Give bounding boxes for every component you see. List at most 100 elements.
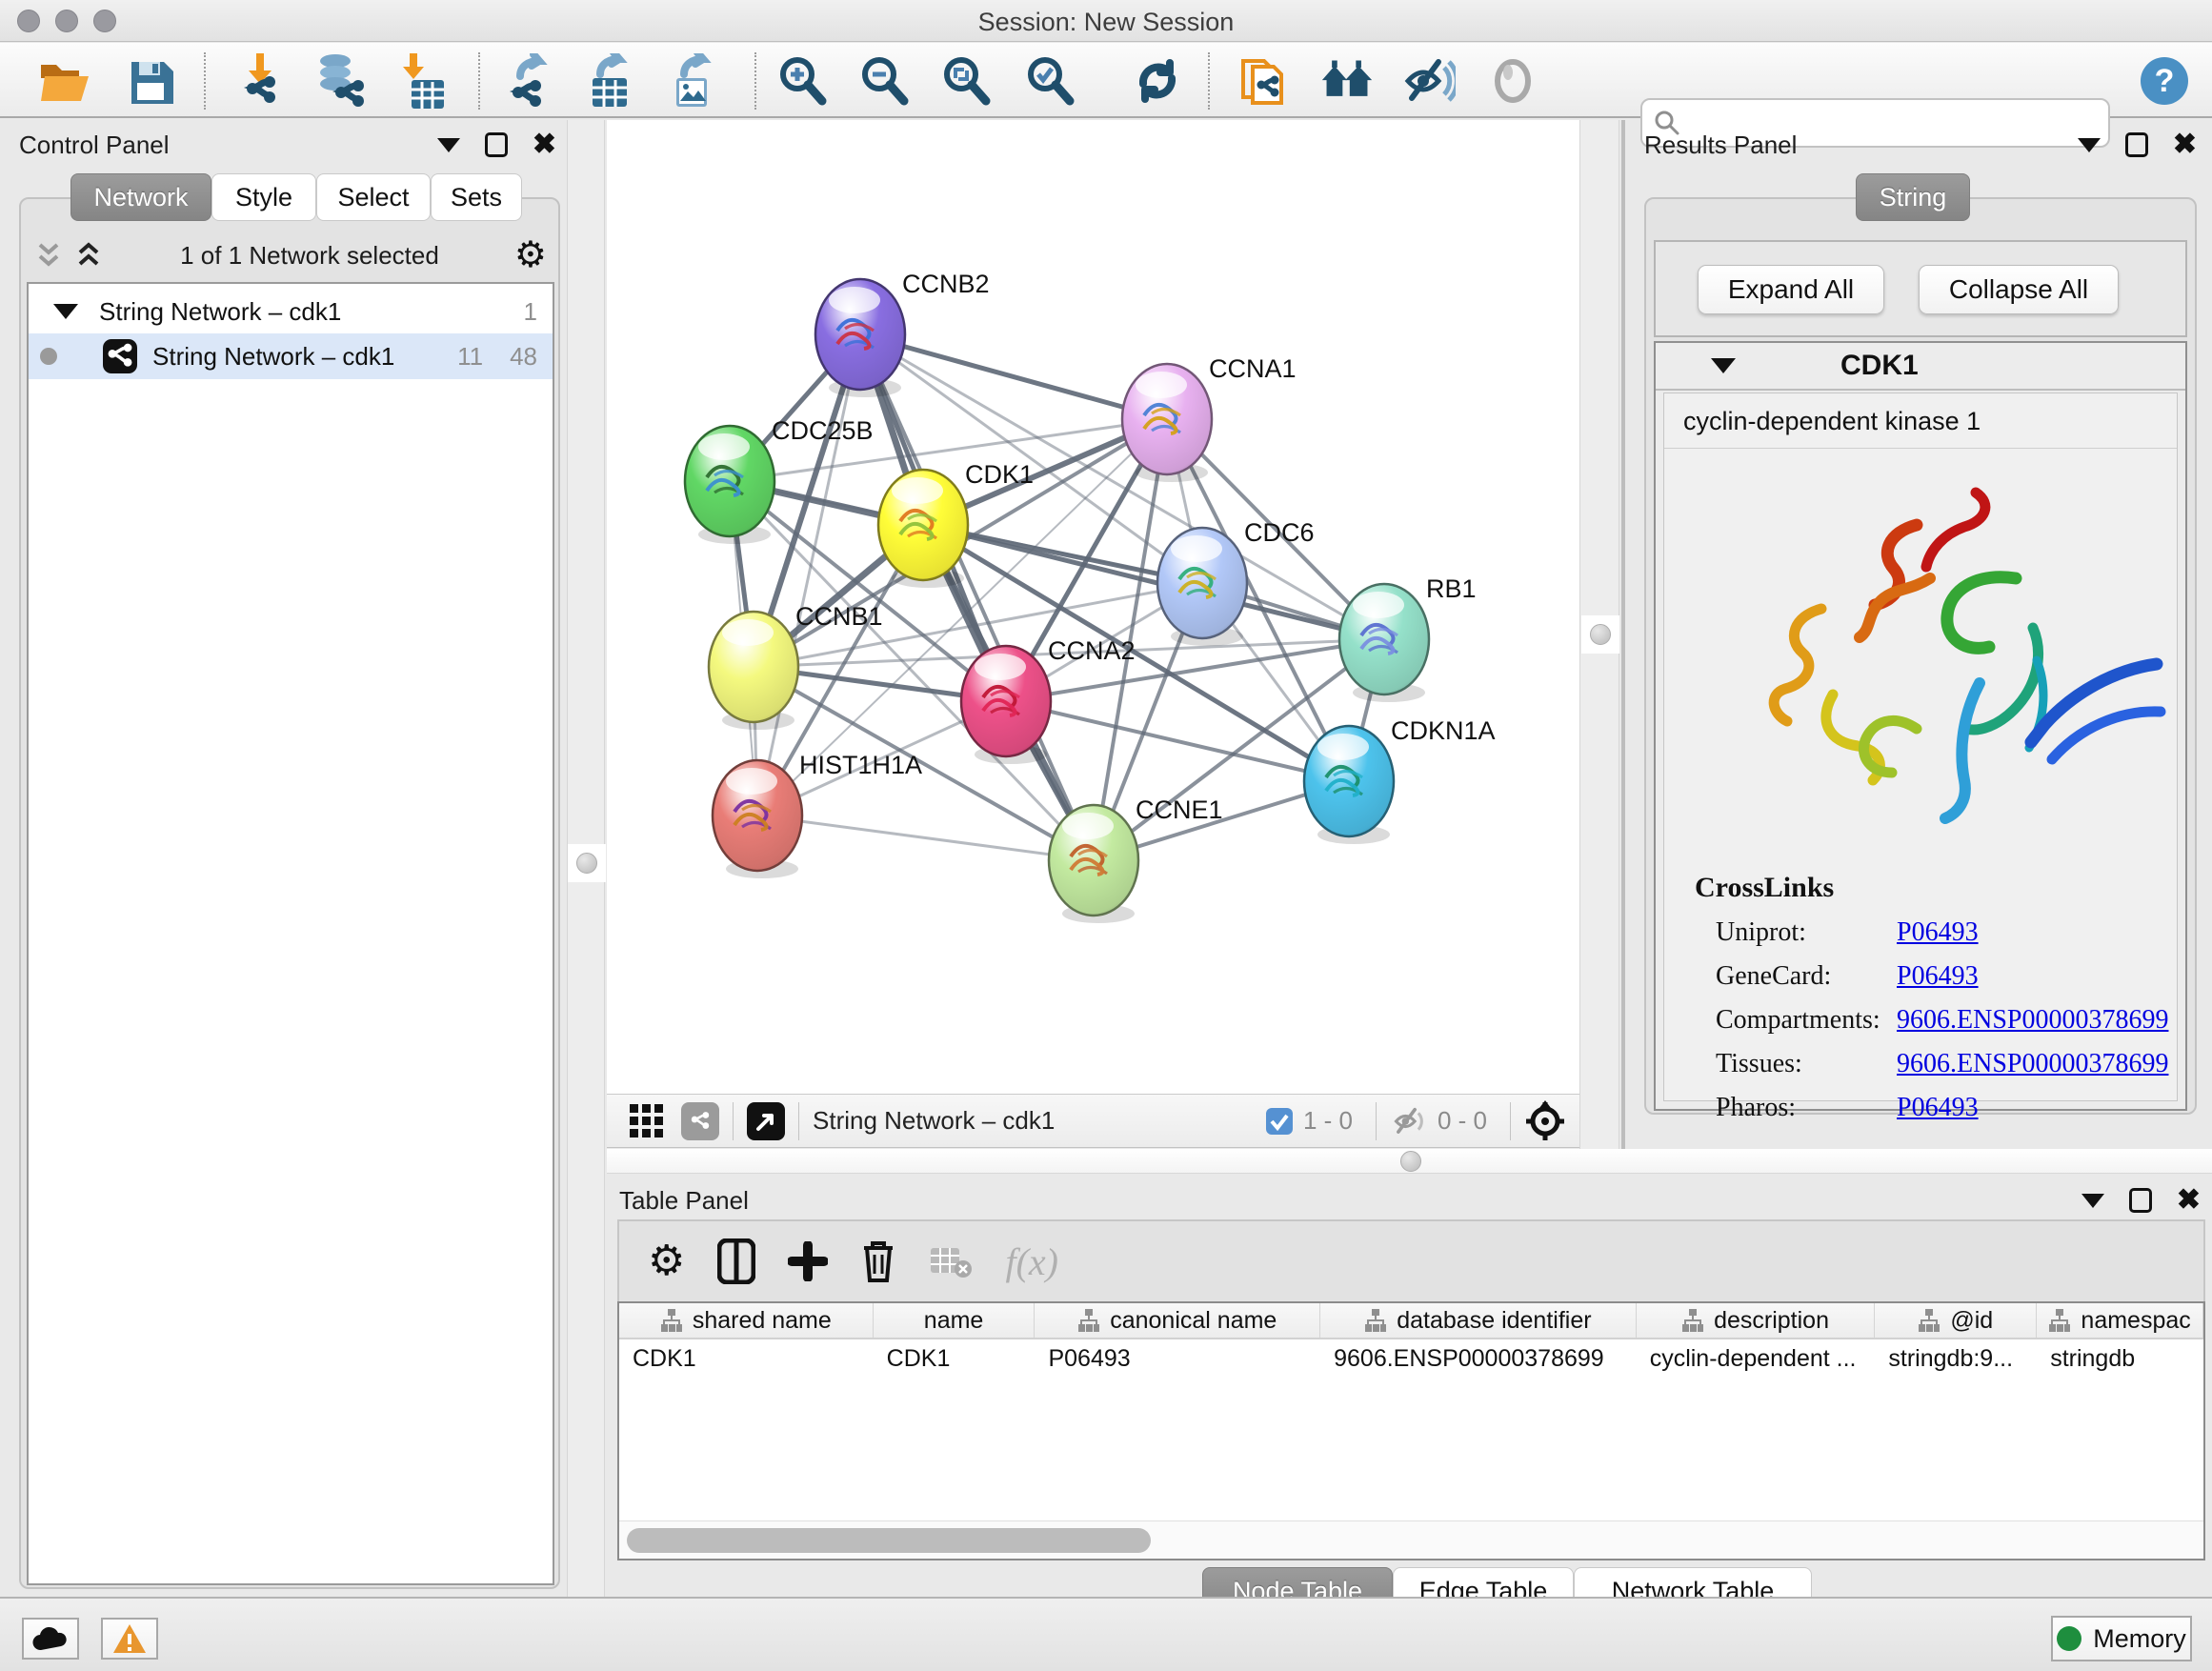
- right-splitter-handle[interactable]: [1581, 615, 1619, 654]
- tab-style[interactable]: Style: [211, 173, 316, 221]
- open-session-icon[interactable]: [38, 54, 91, 108]
- network-node-ccna1[interactable]: [1122, 364, 1212, 482]
- column-header-description[interactable]: description: [1637, 1303, 1876, 1338]
- hide-panels-icon[interactable]: [1402, 54, 1456, 108]
- table-cell[interactable]: CDK1: [619, 1339, 874, 1378]
- table-cell[interactable]: cyclin-dependent ...: [1637, 1339, 1876, 1378]
- network-node-cdc25b[interactable]: [685, 426, 774, 544]
- zoom-selected-icon[interactable]: [1023, 54, 1076, 108]
- table-row[interactable]: CDK1CDK1P064939606.ENSP00000378699cyclin…: [619, 1339, 2203, 1378]
- warnings-button[interactable]: [101, 1618, 158, 1660]
- table-hscrollbar[interactable]: [619, 1520, 2203, 1559]
- table-cell[interactable]: 9606.ENSP00000378699: [1320, 1339, 1637, 1378]
- bottom-splitter[interactable]: [607, 1149, 2212, 1174]
- results-panel-float-icon[interactable]: [2125, 132, 2148, 157]
- column-header--id[interactable]: @id: [1875, 1303, 2037, 1338]
- results-panel-menu-icon[interactable]: [2078, 138, 2101, 152]
- table-hscrollbar-thumb[interactable]: [627, 1528, 1151, 1553]
- network-collection-row[interactable]: String Network – cdk1 1: [29, 290, 553, 333]
- save-session-icon[interactable]: [124, 54, 177, 108]
- tab-select[interactable]: Select: [316, 173, 431, 221]
- results-panel-close-icon[interactable]: ✖: [2173, 132, 2197, 157]
- network-options-gear-icon[interactable]: ⚙: [514, 237, 547, 273]
- table-panel-float-icon[interactable]: [2129, 1188, 2152, 1213]
- crosslink-link[interactable]: 9606.ENSP00000378699: [1897, 1005, 2168, 1036]
- network-node-ccnb2[interactable]: [815, 279, 905, 397]
- birdseye-icon[interactable]: [1524, 1100, 1566, 1142]
- crosslink-link[interactable]: 9606.ENSP00000378699: [1897, 1049, 2168, 1079]
- network-node-cdkn1a[interactable]: [1304, 726, 1394, 844]
- add-column-icon[interactable]: [788, 1241, 828, 1281]
- crosslink-link[interactable]: P06493: [1897, 961, 1979, 992]
- collapse-triangle-icon[interactable]: [53, 304, 78, 319]
- grid-view-icon[interactable]: [628, 1102, 666, 1140]
- memory-status-dot-icon: [2057, 1626, 2081, 1651]
- left-splitter-handle[interactable]: [568, 844, 606, 882]
- cloud-status-button[interactable]: [22, 1618, 79, 1660]
- table-cell[interactable]: P06493: [1035, 1339, 1320, 1378]
- collapse-all-button[interactable]: Collapse All: [1919, 265, 2119, 314]
- import-network-from-database-icon[interactable]: [312, 54, 366, 108]
- table-panel-menu-icon[interactable]: [2081, 1194, 2104, 1208]
- export-network-icon[interactable]: [503, 54, 556, 108]
- tab-sets[interactable]: Sets: [431, 173, 522, 221]
- column-header-namespac[interactable]: namespac: [2037, 1303, 2203, 1338]
- export-image-icon[interactable]: [665, 54, 718, 108]
- column-header-name[interactable]: name: [874, 1303, 1036, 1338]
- column-header-canonical-name[interactable]: canonical name: [1035, 1303, 1320, 1338]
- network-node-cdc6[interactable]: [1157, 528, 1247, 646]
- import-table-icon[interactable]: [396, 54, 450, 108]
- network-node-hist1h1a[interactable]: [713, 760, 802, 878]
- column-header-database-identifier[interactable]: database identifier: [1320, 1303, 1637, 1338]
- crosslink-link[interactable]: P06493: [1897, 917, 1979, 948]
- crosslink-label: Uniprot:: [1716, 917, 1897, 948]
- crosslink-row: GeneCard:P06493: [1695, 961, 2177, 992]
- network-canvas[interactable]: CCNB2CCNA1CDC25BCDK1CDC6RB1CCNB1CCNA2CDK…: [607, 120, 1579, 1094]
- left-splitter[interactable]: [567, 120, 605, 1597]
- selected-checkbox-icon[interactable]: [1265, 1107, 1294, 1136]
- table-cell[interactable]: stringdb: [2037, 1339, 2203, 1378]
- delete-table-icon-disabled: [929, 1244, 973, 1278]
- share-view-icon[interactable]: [681, 1102, 719, 1140]
- table-panel-close-icon[interactable]: ✖: [2177, 1188, 2201, 1213]
- collapse-all-icon[interactable]: [32, 239, 65, 272]
- tab-string[interactable]: String: [1856, 173, 1970, 221]
- expand-all-button[interactable]: Expand All: [1698, 265, 1884, 314]
- delete-column-icon[interactable]: [860, 1238, 896, 1284]
- columns-icon[interactable]: [717, 1238, 755, 1284]
- entry-collapse-triangle-icon[interactable]: [1711, 358, 1736, 373]
- control-panel-close-icon[interactable]: ✖: [533, 132, 556, 157]
- bottom-splitter-handle[interactable]: [1400, 1151, 1421, 1172]
- network-node-ccne1[interactable]: [1049, 805, 1138, 923]
- import-network-icon[interactable]: [232, 54, 286, 108]
- refresh-icon[interactable]: [1131, 54, 1184, 108]
- help-icon[interactable]: ?: [2138, 54, 2191, 108]
- results-entry-cdk1: CDK1 cyclin-dependent kinase 1: [1654, 341, 2187, 1111]
- tab-network[interactable]: Network: [70, 173, 211, 221]
- control-panel-float-icon[interactable]: [485, 132, 508, 157]
- zoom-out-icon[interactable]: [857, 54, 911, 108]
- zoom-fit-icon[interactable]: [939, 54, 993, 108]
- network-node-ccnb1[interactable]: [709, 612, 798, 730]
- table-options-gear-icon[interactable]: ⚙: [648, 1243, 685, 1279]
- right-splitter[interactable]: [1579, 120, 1619, 1149]
- network-node-rb1[interactable]: [1339, 584, 1429, 702]
- network-row-selected[interactable]: String Network – cdk1 11 48: [29, 333, 553, 379]
- node-count: 11: [457, 342, 483, 372]
- crosslink-link[interactable]: P06493: [1897, 1093, 1979, 1123]
- memory-button[interactable]: Memory: [2051, 1616, 2192, 1661]
- zoom-in-icon[interactable]: [775, 54, 829, 108]
- node-table[interactable]: shared namenamecanonical namedatabase id…: [617, 1301, 2205, 1560]
- title-bar: Session: New Session: [0, 0, 2212, 42]
- detach-view-icon[interactable]: [747, 1102, 785, 1140]
- table-cell[interactable]: stringdb:9...: [1875, 1339, 2037, 1378]
- table-cell[interactable]: CDK1: [874, 1339, 1036, 1378]
- control-panel-menu-icon[interactable]: [437, 138, 460, 152]
- expand-all-icon[interactable]: [72, 239, 105, 272]
- clone-network-icon[interactable]: [1237, 54, 1290, 108]
- column-header-shared-name[interactable]: shared name: [619, 1303, 874, 1338]
- export-table-icon[interactable]: [583, 54, 636, 108]
- string-network-graph[interactable]: CCNB2CCNA1CDC25BCDK1CDC6RB1CCNB1CCNA2CDK…: [607, 120, 1579, 1094]
- home-icon[interactable]: [1320, 54, 1374, 108]
- entry-header[interactable]: CDK1: [1656, 343, 2185, 391]
